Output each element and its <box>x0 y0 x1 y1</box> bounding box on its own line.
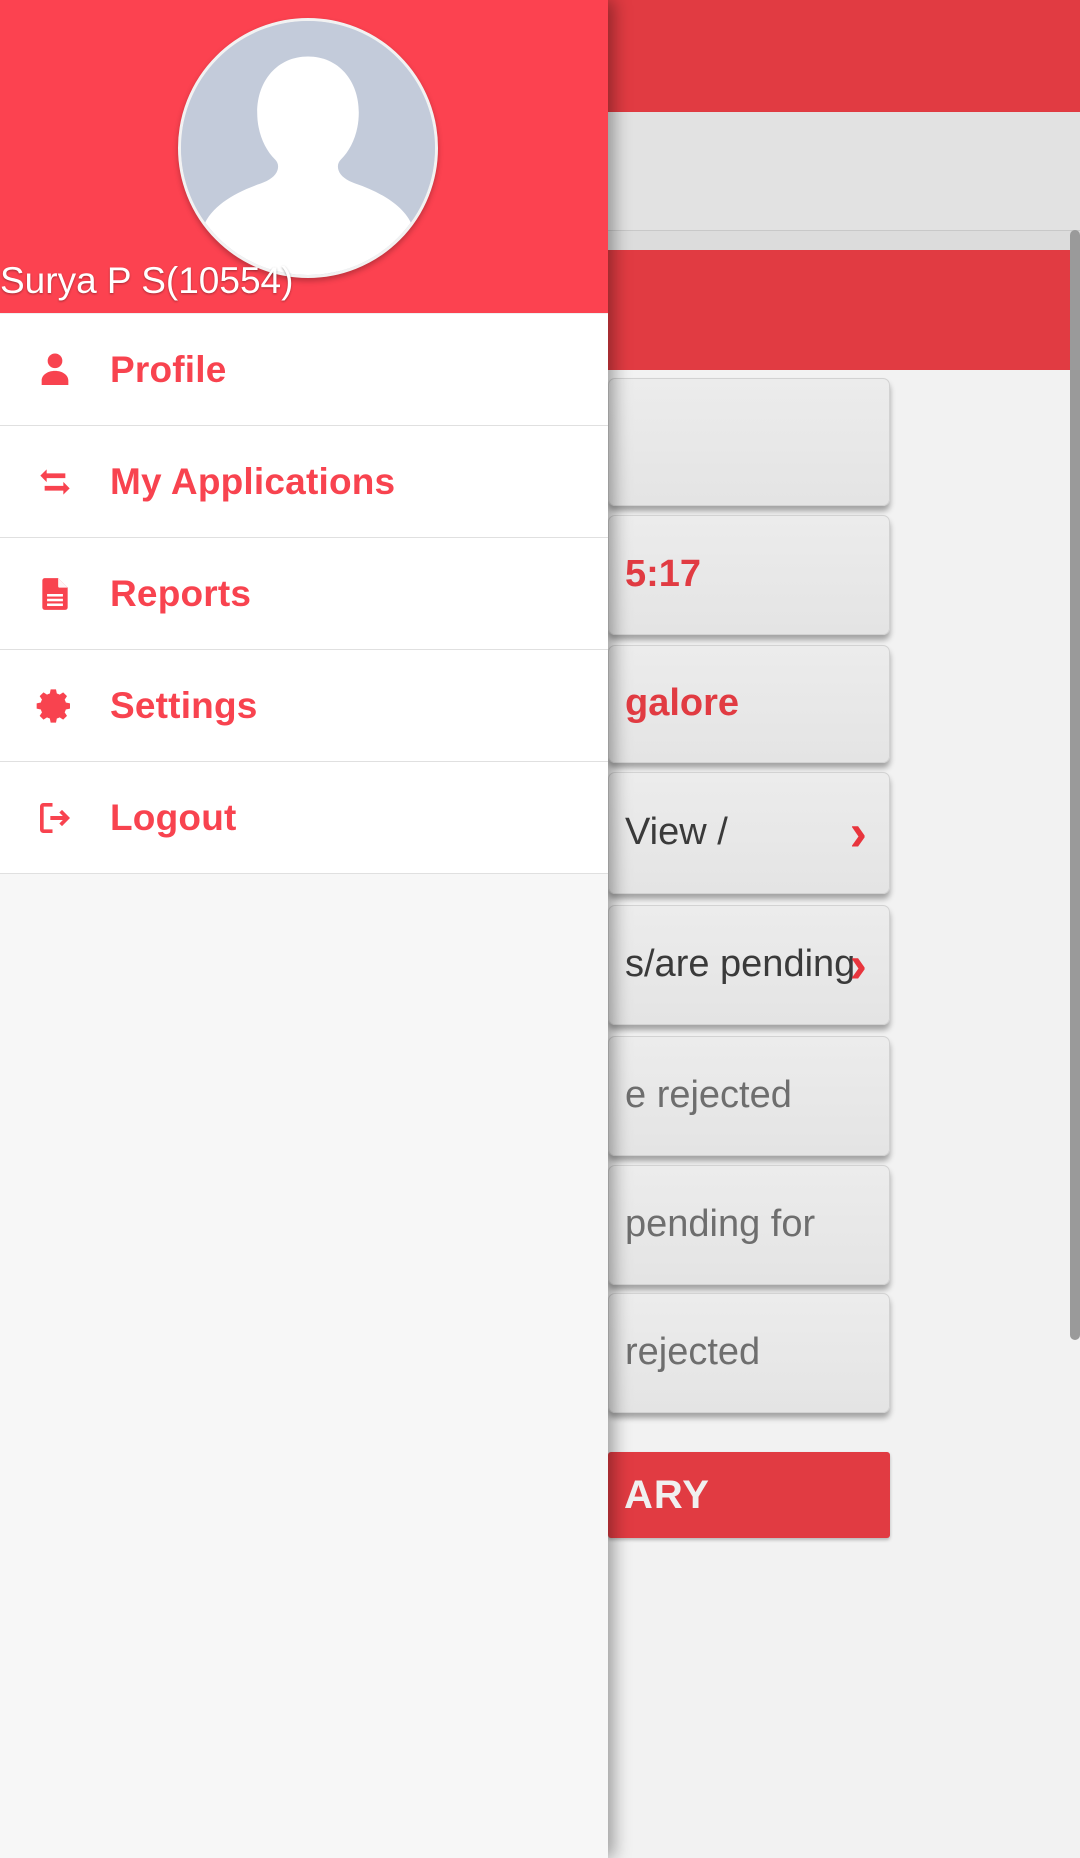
sign-out-icon <box>0 798 110 838</box>
chevron-right-icon[interactable]: › <box>850 807 867 859</box>
sidebar-item-label: Logout <box>110 796 237 838</box>
gear-icon <box>0 686 110 726</box>
content-card[interactable]: galore <box>608 645 890 763</box>
card-text: galore <box>625 683 740 725</box>
sidebar-item-reports[interactable]: Reports <box>0 538 608 650</box>
card-text: rejected <box>625 1332 761 1374</box>
section-header-band <box>608 250 1080 370</box>
scrollbar-thumb[interactable] <box>1070 230 1080 1340</box>
card-text: 5:17 <box>625 554 702 596</box>
drawer-header: Surya P S(10554) <box>0 0 608 313</box>
card-text: View / <box>625 812 728 854</box>
navigation-drawer: Surya P S(10554) Profile My Applications <box>0 0 608 1858</box>
exchange-arrows-icon <box>0 462 110 502</box>
card-text: e rejected <box>625 1075 792 1117</box>
summary-button[interactable]: ARY <box>608 1452 890 1538</box>
content-card[interactable]: 5:17 <box>608 515 890 635</box>
sidebar-item-profile[interactable]: Profile <box>0 313 608 426</box>
user-icon <box>0 350 110 390</box>
sidebar-item-logout[interactable]: Logout <box>0 762 608 874</box>
card-text: s/are pending <box>625 944 856 986</box>
drawer-empty-area <box>0 874 608 1854</box>
sidebar-item-label: Profile <box>110 348 227 390</box>
drawer-username: Surya P S(10554) <box>0 260 294 301</box>
drawer-menu: Profile My Applications Reports Settings… <box>0 313 608 874</box>
card-text: pending for <box>625 1204 816 1246</box>
avatar[interactable] <box>178 18 438 278</box>
sidebar-item-my-applications[interactable]: My Applications <box>0 426 608 538</box>
content-card[interactable]: View / › <box>608 772 890 894</box>
document-icon <box>0 573 110 615</box>
content-card[interactable] <box>608 378 890 506</box>
summary-button-label: ARY <box>624 1472 710 1517</box>
toolbar-divider <box>608 230 1080 251</box>
content-card[interactable]: rejected <box>608 1293 890 1413</box>
sidebar-item-label: Settings <box>110 684 258 726</box>
sidebar-item-settings[interactable]: Settings <box>0 650 608 762</box>
content-card[interactable]: pending for <box>608 1165 890 1285</box>
chevron-right-icon[interactable]: › <box>850 939 867 991</box>
content-card[interactable]: e rejected <box>608 1036 890 1156</box>
app-toolbar <box>608 112 1080 230</box>
content-card[interactable]: s/are pending › <box>608 905 890 1025</box>
sidebar-item-label: Reports <box>110 572 252 614</box>
sidebar-item-label: My Applications <box>110 460 396 502</box>
